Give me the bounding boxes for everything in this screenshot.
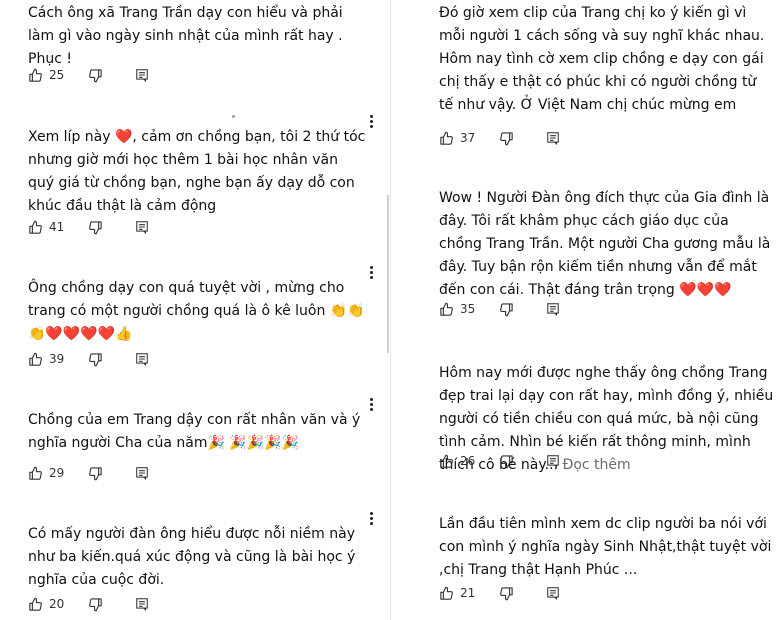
thumbs-up-icon bbox=[28, 597, 43, 612]
comment-actions: 39 bbox=[28, 350, 149, 368]
thumbs-down-icon bbox=[88, 220, 103, 235]
reply-icon bbox=[135, 597, 149, 611]
reply-button[interactable] bbox=[135, 466, 149, 480]
comment-text: Xem líp này ❤️, cảm ơn chồng bạn, tôi 2 … bbox=[28, 129, 366, 214]
like-count: 21 bbox=[460, 586, 476, 600]
like-button[interactable]: 41 bbox=[28, 220, 64, 235]
thumbs-up-icon bbox=[439, 131, 454, 146]
reply-button[interactable] bbox=[546, 302, 560, 316]
like-count: 41 bbox=[49, 220, 65, 234]
comment-actions: 41 bbox=[28, 218, 149, 236]
comment-text: Đó giờ xem clip của Trang chị ko ý kiến … bbox=[439, 5, 765, 113]
thumbs-down-icon bbox=[499, 586, 514, 601]
thumbs-down-icon bbox=[499, 302, 514, 317]
dislike-button[interactable] bbox=[499, 454, 514, 469]
like-count: 37 bbox=[460, 131, 476, 145]
like-button[interactable]: 39 bbox=[28, 352, 64, 367]
reply-icon bbox=[135, 220, 149, 234]
like-button[interactable]: 26 bbox=[439, 454, 475, 469]
thumbs-up-icon bbox=[28, 352, 43, 367]
thumbs-up-icon bbox=[28, 68, 43, 83]
reply-icon bbox=[546, 586, 560, 600]
thumbs-down-icon bbox=[88, 466, 103, 481]
dislike-button[interactable] bbox=[499, 131, 514, 146]
dislike-button[interactable] bbox=[88, 466, 103, 481]
reply-button[interactable] bbox=[546, 131, 560, 145]
reply-button[interactable] bbox=[546, 454, 560, 468]
comment-actions: 21 bbox=[439, 584, 560, 602]
left-comment-column: Cách ông xã Trang Trần dạy con hiểu và p… bbox=[0, 0, 390, 620]
thumbs-down-icon bbox=[499, 131, 514, 146]
comment: Xem líp này ❤️, cảm ơn chồng bạn, tôi 2 … bbox=[28, 126, 368, 218]
comment-text: Có mấy người đàn ông hiểu được nỗi niềm … bbox=[28, 526, 356, 588]
comment: Có mấy người đàn ông hiểu được nỗi niềm … bbox=[28, 523, 368, 592]
reply-button[interactable] bbox=[135, 352, 149, 366]
reply-icon bbox=[135, 68, 149, 82]
like-button[interactable]: 35 bbox=[439, 302, 475, 317]
like-button[interactable]: 25 bbox=[28, 68, 64, 83]
comment-text: Wow ! Người Đàn ông đích thực của Gia đì… bbox=[439, 190, 771, 298]
thumbs-down-icon bbox=[499, 454, 514, 469]
thumbs-down-icon bbox=[88, 597, 103, 612]
like-count: 20 bbox=[49, 597, 65, 611]
thumbs-up-icon bbox=[439, 454, 454, 469]
thumbs-up-icon bbox=[439, 586, 454, 601]
thumbs-up-icon bbox=[28, 220, 43, 235]
thumbs-down-icon bbox=[88, 352, 103, 367]
comment-actions: 20 bbox=[28, 595, 149, 613]
like-count: 29 bbox=[49, 466, 65, 480]
comment: Wow ! Người Đàn ông đích thực của Gia đì… bbox=[439, 187, 774, 302]
reply-button[interactable] bbox=[135, 220, 149, 234]
dislike-button[interactable] bbox=[88, 352, 103, 367]
read-more-link[interactable]: Đọc thêm bbox=[562, 457, 630, 473]
comment-actions: 37 bbox=[439, 129, 560, 147]
like-count: 25 bbox=[49, 68, 65, 82]
comment-actions: 29 bbox=[28, 464, 149, 482]
like-count: 39 bbox=[49, 352, 65, 366]
comment: Lần đầu tiên mình xem dc clip người ba n… bbox=[439, 513, 774, 582]
comment-text: Lần đầu tiên mình xem dc clip người ba n… bbox=[439, 516, 772, 578]
right-comment-column: Đó giờ xem clip của Trang chị ko ý kiến … bbox=[390, 0, 780, 620]
reply-icon bbox=[546, 454, 560, 468]
reply-button[interactable] bbox=[135, 68, 149, 82]
comment-actions: 25 bbox=[28, 66, 149, 84]
like-button[interactable]: 29 bbox=[28, 466, 64, 481]
reply-button[interactable] bbox=[546, 586, 560, 600]
comment-text: Chồng của em Trang dậy con rất nhân văn … bbox=[28, 412, 361, 451]
dislike-button[interactable] bbox=[88, 68, 103, 83]
dislike-button[interactable] bbox=[88, 220, 103, 235]
comment: Chồng của em Trang dậy con rất nhân văn … bbox=[28, 409, 368, 455]
comment: Ông chồng dạy con quá tuyệt vời , mừng c… bbox=[28, 277, 368, 346]
comment-actions: 26 bbox=[439, 452, 560, 470]
dislike-button[interactable] bbox=[499, 302, 514, 317]
dislike-button[interactable] bbox=[88, 597, 103, 612]
reply-button[interactable] bbox=[135, 597, 149, 611]
like-button[interactable]: 21 bbox=[439, 586, 475, 601]
thumbs-up-icon bbox=[28, 466, 43, 481]
reply-icon bbox=[546, 302, 560, 316]
comment-text: Ông chồng dạy con quá tuyệt vời , mừng c… bbox=[28, 280, 365, 342]
thumbs-down-icon bbox=[88, 68, 103, 83]
thumbs-up-icon bbox=[439, 302, 454, 317]
comment: Đó giờ xem clip của Trang chị ko ý kiến … bbox=[439, 2, 774, 117]
dislike-button[interactable] bbox=[499, 586, 514, 601]
comment: Cách ông xã Trang Trần dạy con hiểu và p… bbox=[28, 2, 368, 71]
reply-icon bbox=[546, 131, 560, 145]
like-count: 26 bbox=[460, 454, 476, 468]
comment-text: Cách ông xã Trang Trần dạy con hiểu và p… bbox=[28, 5, 343, 67]
reply-icon bbox=[135, 466, 149, 480]
stray-dot bbox=[232, 115, 235, 118]
like-button[interactable]: 37 bbox=[439, 131, 475, 146]
like-button[interactable]: 20 bbox=[28, 597, 64, 612]
reply-icon bbox=[135, 352, 149, 366]
scrollbar-thumb[interactable] bbox=[387, 195, 389, 353]
comment-actions: 35 bbox=[439, 300, 560, 318]
like-count: 35 bbox=[460, 302, 476, 316]
